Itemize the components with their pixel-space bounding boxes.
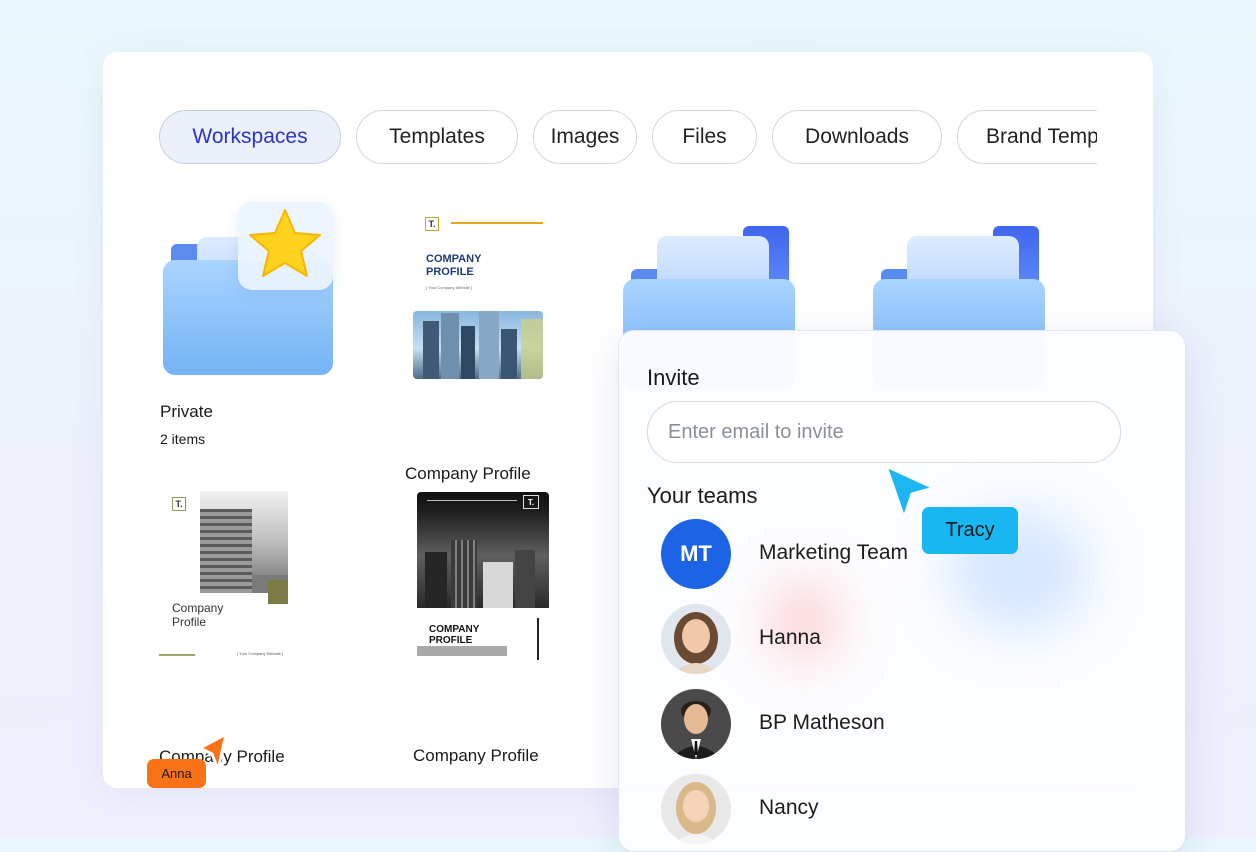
avatar — [661, 604, 731, 674]
doc-heading: COMPANY PROFILE — [426, 253, 482, 278]
tab-templates[interactable]: Templates — [356, 110, 518, 164]
tracy-cursor-label: Tracy — [922, 507, 1018, 554]
tab-workspaces[interactable]: Workspaces — [159, 110, 341, 164]
doc-thumbnail: T. COMPANY PROFILE — [417, 492, 549, 664]
doc-thumbnail: T. Company Profile [ Your Company Websit… — [159, 488, 294, 663]
building-photo: T. — [417, 492, 549, 608]
folder-count: 2 items — [160, 431, 206, 447]
anna-cursor-label: Anna — [147, 759, 206, 788]
doc-heading: Company Profile — [172, 601, 224, 629]
team-member-row[interactable]: BP Matheson — [661, 689, 1101, 761]
doc-subtext: [ Your Company Website ] — [426, 285, 473, 290]
brand-logo: T. — [425, 217, 439, 231]
folder-name: Private — [160, 402, 213, 421]
tab-brand-templates[interactable]: Brand Templates — [957, 110, 1097, 164]
accent-block — [268, 580, 288, 604]
accent-bar — [417, 646, 507, 656]
star-badge — [238, 202, 333, 290]
doc-subtext: [ Your Company Website ] — [237, 651, 284, 656]
invite-panel: Invite Your teams MT Marketing Team Hann… — [618, 330, 1186, 852]
tab-downloads[interactable]: Downloads — [772, 110, 942, 164]
doc-name: Company Profile — [413, 746, 539, 765]
teams-title: Your teams — [647, 483, 758, 508]
invite-email-input[interactable] — [647, 401, 1121, 463]
private-folder-tile[interactable]: Private 2 items — [160, 202, 343, 452]
tab-bar: Workspaces Templates Images Files Downlo… — [159, 108, 1097, 168]
brand-logo: T. — [172, 497, 186, 511]
divider — [451, 222, 543, 224]
member-name: Nancy — [759, 796, 819, 819]
tab-files[interactable]: Files — [652, 110, 757, 164]
doc-tile[interactable]: T. Company Profile [ Your Company Websit… — [159, 488, 339, 766]
doc-tile[interactable]: T. COMPANY PROFILE Company Profile — [409, 490, 589, 765]
team-member-row[interactable]: Nancy — [661, 774, 1101, 846]
avatar — [661, 689, 731, 759]
doc-thumbnail: T. COMPANY PROFILE [ Your Company Websit… — [413, 212, 543, 380]
invite-title: Invite — [647, 365, 700, 390]
avatar — [661, 774, 731, 844]
building-photo — [200, 491, 288, 593]
divider — [537, 618, 539, 660]
brand-logo: T. — [523, 495, 539, 509]
building-photo — [413, 311, 543, 379]
tab-images[interactable]: Images — [533, 110, 637, 164]
divider — [159, 654, 195, 656]
star-icon — [249, 209, 321, 277]
member-name: BP Matheson — [759, 711, 885, 734]
private-folder-icon — [163, 202, 338, 377]
team-member-row[interactable]: Hanna — [661, 604, 1101, 676]
doc-tile[interactable]: T. COMPANY PROFILE [ Your Company Websit… — [403, 212, 563, 483]
doc-name: Company Profile — [405, 464, 531, 483]
member-name: Marketing Team — [759, 541, 909, 564]
team-member-row[interactable]: MT Marketing Team — [661, 519, 1101, 591]
avatar: MT — [661, 519, 731, 589]
doc-heading: COMPANY PROFILE — [429, 624, 480, 646]
member-name: Hanna — [759, 626, 821, 649]
